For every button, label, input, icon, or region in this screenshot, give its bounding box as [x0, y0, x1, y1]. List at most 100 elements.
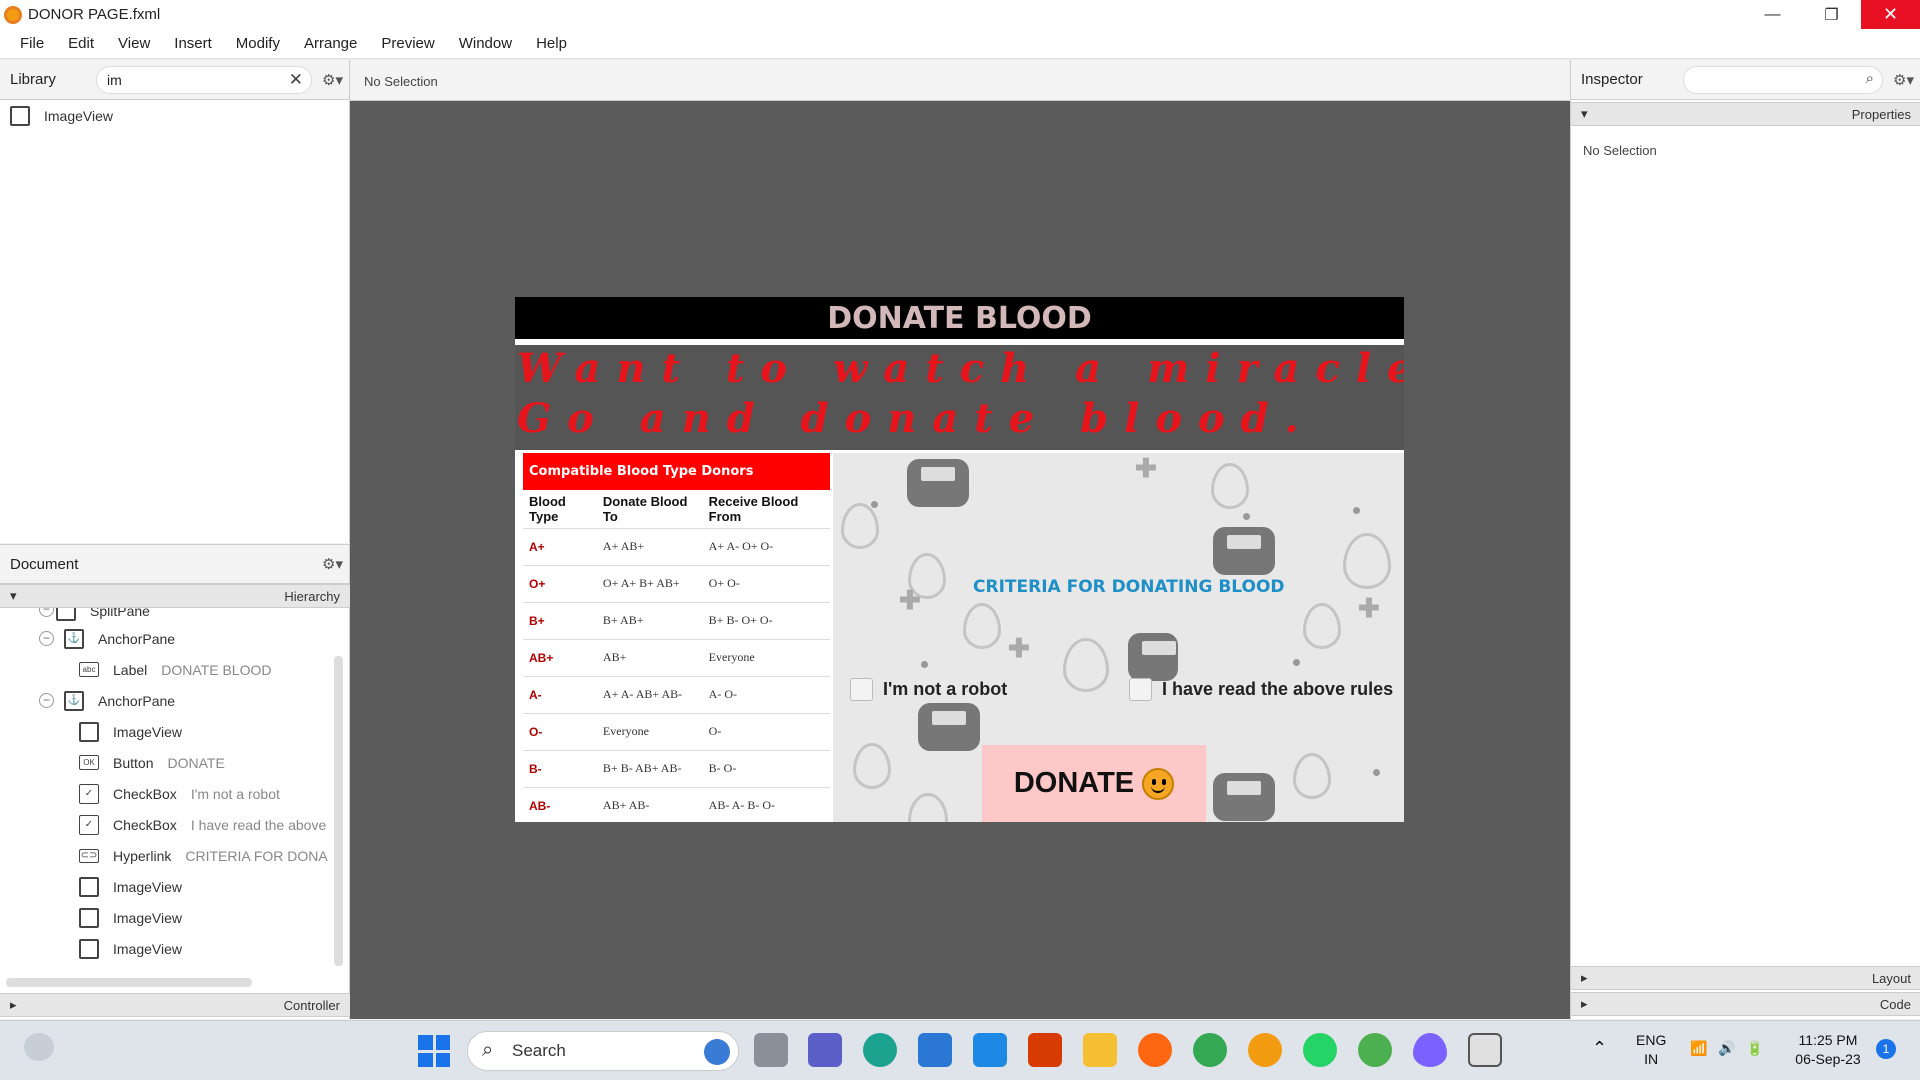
volume-icon[interactable]: 🔊 — [1718, 1039, 1735, 1058]
menu-edit[interactable]: Edit — [56, 35, 106, 52]
menu-view[interactable]: View — [106, 35, 162, 52]
taskbar-search-box[interactable]: ⌕ Search — [467, 1031, 739, 1071]
code-header[interactable]: ▸ Code — [1571, 992, 1920, 1016]
checkbox-box[interactable] — [1129, 678, 1152, 701]
blood-bag-icon — [1128, 633, 1178, 681]
edge-icon[interactable] — [863, 1033, 897, 1067]
tree-node-button-donate[interactable]: OK Button DONATE — [79, 747, 225, 778]
tree-node-anchorpane-2[interactable]: ⚓ AnchorPane — [64, 685, 175, 716]
start-tile — [435, 1052, 450, 1067]
expand-triangle-icon: ▸ — [1581, 996, 1588, 1011]
criteria-hyperlink[interactable]: CRITERIA FOR DONATING BLOOD — [973, 577, 1285, 597]
snipping-tool-icon[interactable] — [1468, 1033, 1502, 1067]
medical-cross-icon: ✚ — [899, 585, 921, 615]
scene-builder-taskbar-icon[interactable] — [1248, 1033, 1282, 1067]
menu-bar: File Edit View Insert Modify Arrange Pre… — [0, 29, 1920, 59]
tree-node-imageview[interactable]: ImageView — [79, 716, 182, 747]
column-header: Blood Type — [529, 493, 566, 524]
tree-node-label-donate-blood[interactable]: abc Label DONATE BLOOD — [79, 654, 271, 685]
collapse-node-icon[interactable]: − — [39, 693, 54, 708]
blood-drop-icon — [841, 503, 879, 549]
close-button[interactable]: ✕ — [1861, 0, 1920, 29]
layout-header[interactable]: ▸ Layout — [1571, 966, 1920, 990]
windows-start-icon[interactable] — [418, 1035, 450, 1067]
battery-icon[interactable]: 🔋 — [1746, 1039, 1763, 1058]
window-title: DONOR PAGE.fxml — [28, 6, 161, 23]
read-rules-checkbox[interactable]: I have read the above rules — [1129, 678, 1393, 701]
tree-node-imageview-3[interactable]: ImageView — [79, 902, 182, 933]
background-pattern-image[interactable]: ✚ ✚ ✚ ✚ ✚ CRITERIA FOR DONATING BLOOD I'… — [833, 453, 1404, 822]
ms-store-icon[interactable] — [918, 1033, 952, 1067]
weather-icon[interactable] — [24, 1033, 54, 1061]
tree-node-anchorpane[interactable]: ⚓ AnchorPane — [64, 623, 175, 654]
properties-header[interactable]: ▾ Properties — [1571, 102, 1920, 126]
teams-chat-icon[interactable] — [808, 1033, 842, 1067]
compatibility-table-image[interactable]: Compatible Blood Type Donors Blood Type … — [523, 453, 830, 824]
medical-cross-icon: ✚ — [1008, 633, 1030, 663]
anchorpane-icon: ⚓ — [64, 628, 84, 649]
inspector-gear-icon[interactable]: ⚙▾ — [1893, 71, 1914, 89]
menu-preview[interactable]: Preview — [369, 35, 446, 52]
notification-badge[interactable]: 1 — [1876, 1039, 1896, 1059]
content-toolbar: No Selection — [351, 60, 1569, 101]
not-robot-checkbox[interactable]: I'm not a robot — [850, 678, 1007, 701]
horizontal-scrollbar[interactable] — [6, 978, 252, 987]
library-gear-icon[interactable]: ⚙▾ — [322, 71, 343, 89]
blood-drop-icon — [963, 603, 1001, 649]
clear-search-icon[interactable]: ✕ — [289, 70, 303, 90]
menu-help[interactable]: Help — [524, 35, 579, 52]
office-icon[interactable] — [1028, 1033, 1062, 1067]
show-hidden-icons-chevron[interactable]: ⌃ — [1592, 1039, 1607, 1058]
clock[interactable]: 11:25 PM 06-Sep-23 — [1786, 1031, 1870, 1069]
menu-insert[interactable]: Insert — [162, 35, 224, 52]
vertical-scrollbar[interactable] — [334, 656, 343, 966]
menu-arrange[interactable]: Arrange — [292, 35, 369, 52]
maximize-button[interactable]: ❐ — [1802, 0, 1861, 29]
document-title: Document — [10, 555, 79, 573]
expand-triangle-icon: ▸ — [1581, 970, 1588, 985]
hierarchy-header[interactable]: ▾ Hierarchy — [0, 584, 350, 608]
donate-blood-title[interactable]: DONATE BLOOD — [515, 297, 1404, 339]
document-gear-icon[interactable]: ⚙▾ — [322, 555, 343, 573]
wifi-icon[interactable]: 📶 — [1690, 1039, 1707, 1058]
donate-to-cell: O+ A+ B+ AB+ — [596, 564, 703, 602]
tree-node-checkbox-robot[interactable]: ✓ CheckBox I'm not a robot — [79, 778, 280, 809]
library-search-input[interactable]: im ✕ — [96, 66, 312, 94]
library-panel: Library im ✕ ⚙▾ ImageView — [0, 60, 350, 543]
mail-icon[interactable] — [973, 1033, 1007, 1067]
imageview-icon — [79, 938, 99, 959]
designed-scene[interactable]: DONATE BLOOD Want to watch a miracle? Go… — [515, 297, 1404, 824]
chrome-profile-icon[interactable] — [1358, 1033, 1392, 1067]
menu-file[interactable]: File — [8, 35, 56, 52]
tree-node-imageview-4[interactable]: ImageView — [79, 933, 182, 964]
imageview-icon — [79, 876, 99, 897]
blood-type-cell: AB- — [523, 786, 597, 824]
firefox-icon[interactable] — [1138, 1033, 1172, 1067]
collapse-node-icon[interactable]: − — [39, 631, 54, 646]
controller-header[interactable]: ▸ Controller — [0, 993, 350, 1017]
language-indicator[interactable]: ENG IN — [1636, 1031, 1666, 1069]
tree-node-hyperlink[interactable]: ⊂⊃ Hyperlink CRITERIA FOR DONA — [79, 840, 328, 871]
tree-node-checkbox-rules[interactable]: ✓ CheckBox I have read the above — [79, 809, 326, 840]
splitpane-icon — [56, 608, 76, 621]
menu-modify[interactable]: Modify — [224, 35, 292, 52]
inspector-search-input[interactable]: ⌕ — [1683, 66, 1883, 94]
checkbox-box[interactable] — [850, 678, 873, 701]
paint-drop-icon[interactable] — [1413, 1033, 1447, 1067]
pattern-dot — [871, 501, 878, 508]
collapse-node-icon[interactable]: − — [39, 608, 54, 617]
tree-node-imageview-2[interactable]: ImageView — [79, 871, 182, 902]
pattern-dot — [1373, 769, 1380, 776]
blood-type-cell: AB+ — [523, 638, 597, 676]
banner-image[interactable]: Want to watch a miracle? Go and donate b… — [515, 345, 1404, 450]
menu-window[interactable]: Window — [447, 35, 524, 52]
minimize-button[interactable]: — — [1743, 0, 1802, 29]
start-tile — [418, 1035, 433, 1050]
donate-button[interactable]: DONATE — [982, 745, 1206, 822]
file-explorer-icon[interactable] — [1083, 1033, 1117, 1067]
library-item-imageview[interactable]: ImageView — [10, 100, 113, 131]
medical-cross-icon: ✚ — [1358, 593, 1380, 623]
task-view-icon[interactable] — [754, 1033, 788, 1067]
whatsapp-icon[interactable] — [1303, 1033, 1337, 1067]
chrome-icon[interactable] — [1193, 1033, 1227, 1067]
